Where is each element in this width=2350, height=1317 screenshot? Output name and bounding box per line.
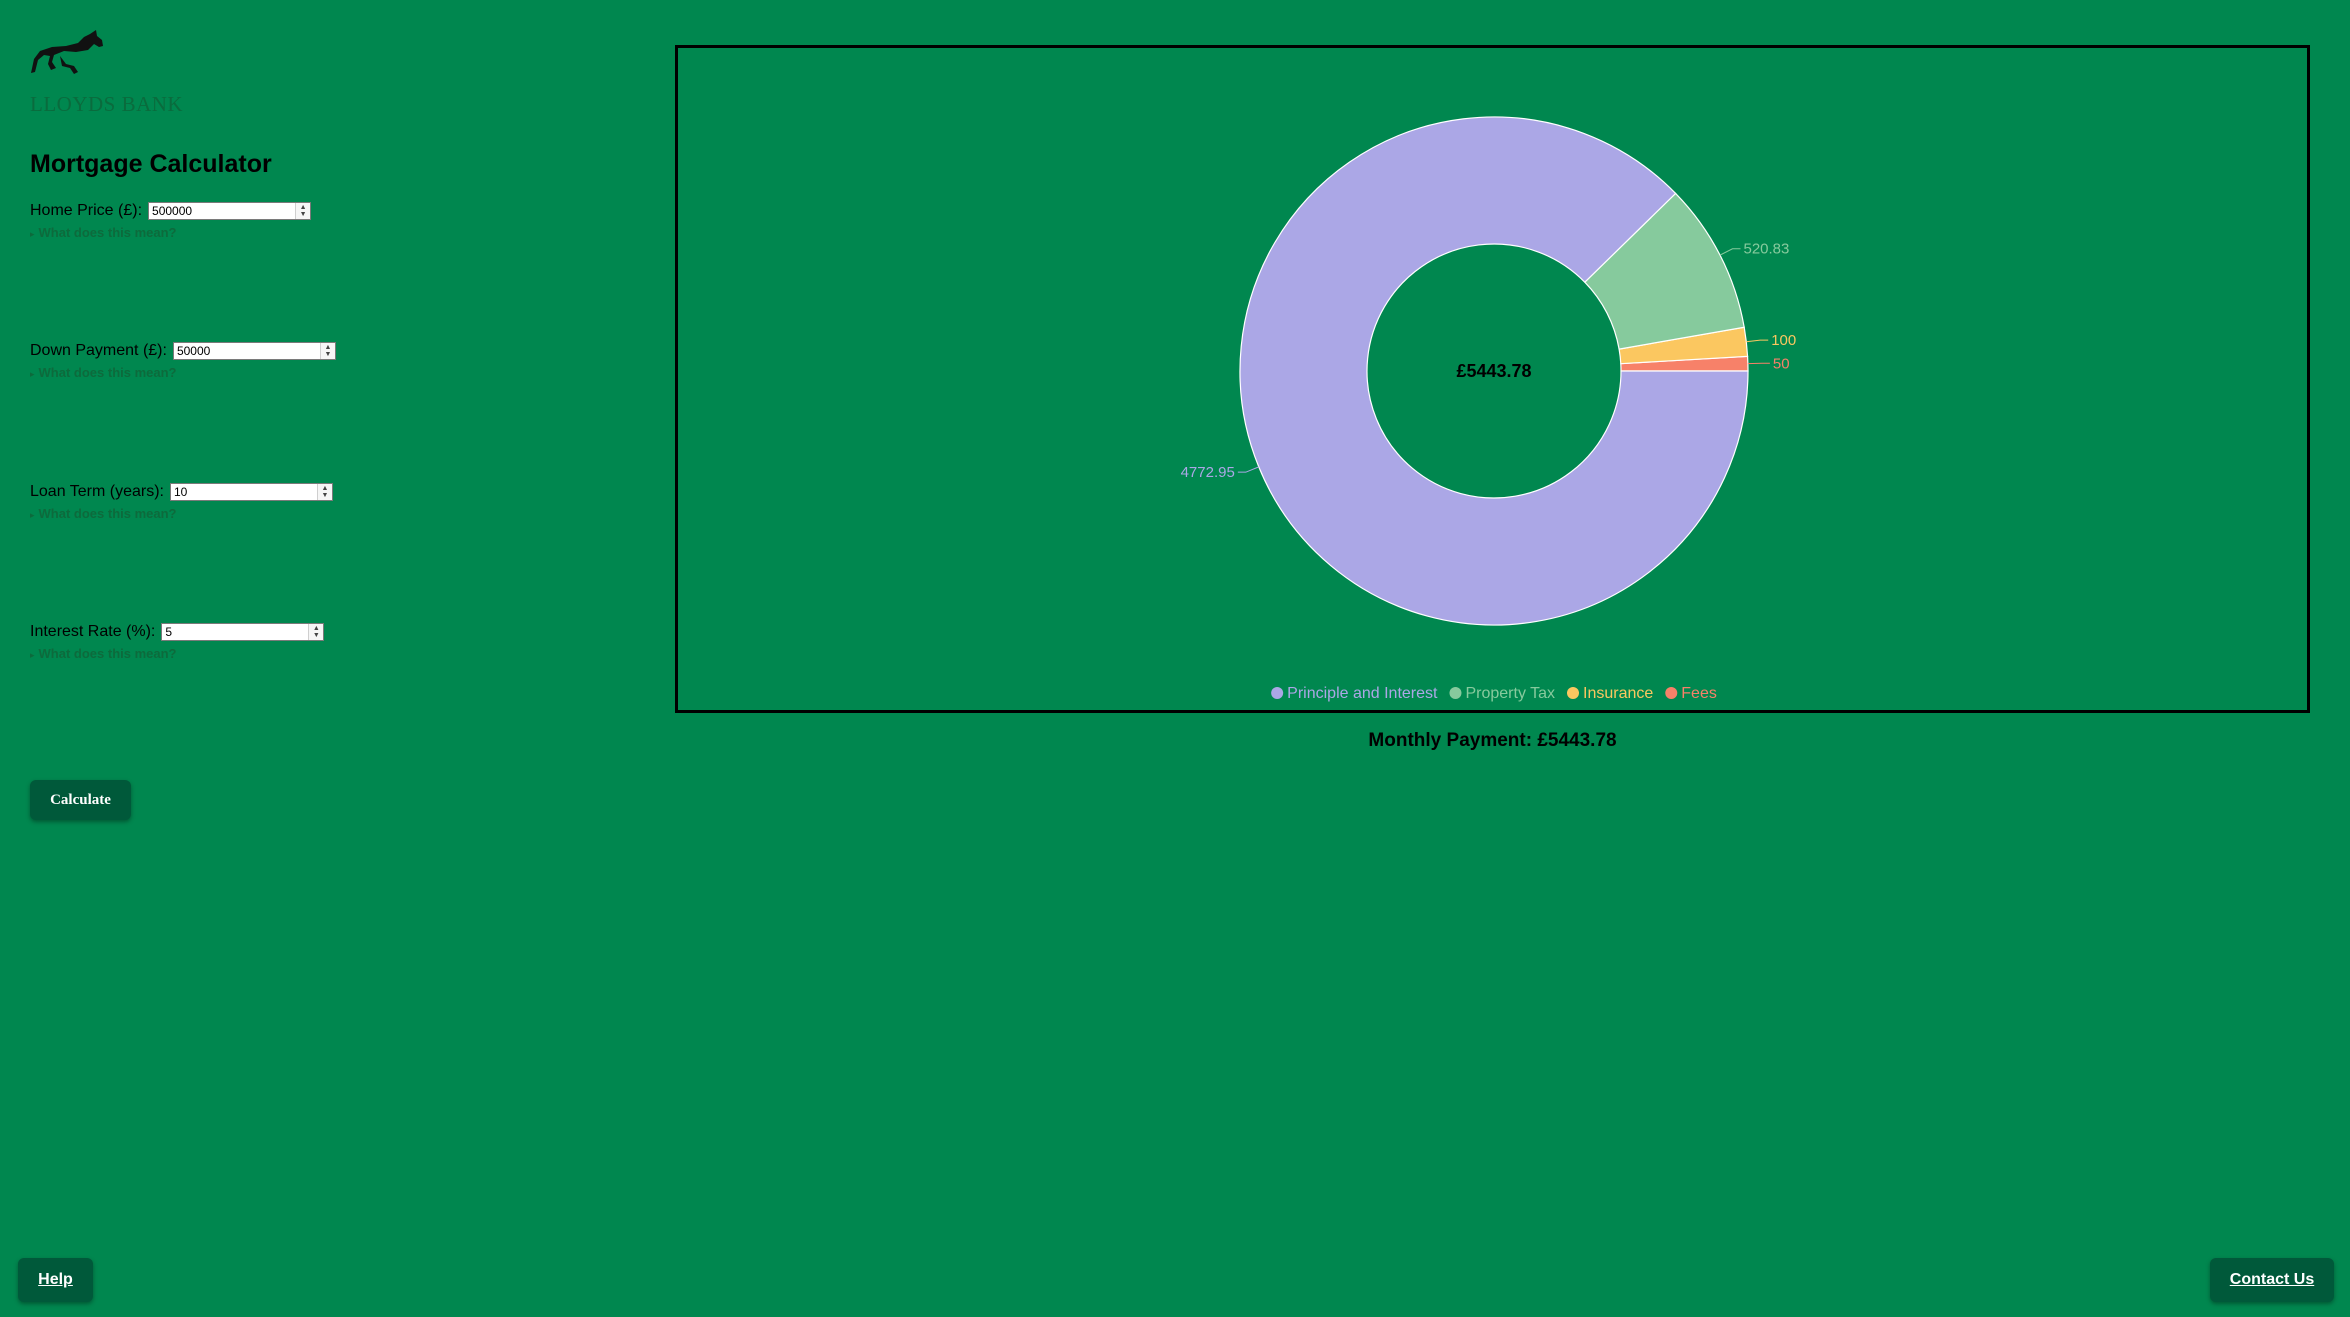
payment-chart: 50 100 520.83 4772.95 £5443.78 Principle and … [675,45,2310,713]
center-total-label: £5443.78 [1456,361,1531,381]
loan-term-input-box: ▲ ▼ [169,483,333,501]
value-label-principle-and-interest: 4772.95 [1181,464,1235,481]
help-button[interactable]: Help [18,1258,93,1302]
legend-label-insurance[interactable]: Insurance [1583,685,1653,702]
spinner-down-icon[interactable]: ▼ [313,632,320,639]
legend-marker-insurance[interactable] [1567,687,1579,699]
legend-marker-property-tax[interactable] [1449,687,1462,699]
spinner-up-icon[interactable]: ▲ [313,625,320,632]
legend-label-principle-and-interest[interactable]: Principle and Interest [1287,685,1438,702]
interest-rate-input-box: ▲ ▼ [161,623,325,641]
legend-marker-principle-and-interest[interactable] [1271,687,1284,699]
interest-rate-help-toggle[interactable]: ▸ What does this mean? [30,646,324,661]
donut-chart: 50 100 520.83 4772.95 £5443.78 Principle and … [1181,116,1796,702]
disclosure-triangle-icon: ▸ [30,369,35,379]
down-payment-spinner[interactable]: ▲ ▼ [319,343,335,359]
down-payment-input-box: ▲ ▼ [172,342,336,360]
value-label-insurance: 100 [1771,332,1796,349]
calculate-button[interactable]: Calculate [30,780,131,820]
spinner-up-icon[interactable]: ▲ [324,344,331,351]
chart-legend: Principle and Interest Property Tax Insura… [1271,685,1717,702]
brand-name: LLOYDS BANK [30,92,184,116]
down-payment-input[interactable] [173,343,320,359]
lloyds-bank-logo: LLOYDS BANK [30,28,184,116]
home-price-input-box: ▲ ▼ [148,202,312,220]
spinner-down-icon[interactable]: ▼ [300,211,307,218]
contact-us-button[interactable]: Contact Us [2210,1258,2334,1302]
spinner-up-icon[interactable]: ▲ [322,485,329,492]
interest-rate-field: Interest Rate (%): ▲ ▼ ▸What does this m… [30,620,325,661]
help-toggle-label: What does this mean? [38,365,177,380]
spinner-down-icon[interactable]: ▼ [324,351,331,358]
leader-line-property-tax [1719,248,1741,256]
black-horse-icon [31,30,103,74]
home-price-spinner[interactable]: ▲ ▼ [295,203,311,219]
loan-term-spinner[interactable]: ▲ ▼ [316,484,332,500]
interest-rate-label: Interest Rate (%): [30,623,156,640]
help-toggle-label: What does this mean? [38,506,177,521]
monthly-payment-text: Monthly Payment: £5443.78 [1368,730,1617,751]
down-payment-label: Down Payment (£): [30,342,167,359]
page-title: Mortgage Calculator [30,150,272,178]
spinner-up-icon[interactable]: ▲ [300,204,307,211]
loan-term-input[interactable] [170,484,317,500]
home-price-help-toggle[interactable]: ▸ What does this mean? [30,225,311,240]
value-label-fees: 50 [1773,355,1790,372]
interest-rate-spinner[interactable]: ▲ ▼ [308,624,324,640]
loan-term-field: Loan Term (years): ▲ ▼ ▸What does this m… [30,480,333,521]
down-payment-field: Down Payment (£): ▲ ▼ ▸What does this me… [30,339,336,380]
disclosure-triangle-icon: ▸ [30,229,35,239]
legend-label-fees[interactable]: Fees [1681,685,1717,702]
spinner-down-icon[interactable]: ▼ [322,492,329,499]
home-price-field: Home Price (£): ▲ ▼ ▸What does this mean… [30,199,312,240]
help-toggle-label: What does this mean? [38,225,177,240]
loan-term-label: Loan Term (years): [30,483,164,500]
legend-label-property-tax[interactable]: Property Tax [1465,685,1555,702]
disclosure-triangle-icon: ▸ [30,510,35,520]
down-payment-help-toggle[interactable]: ▸ What does this mean? [30,365,336,380]
help-toggle-label: What does this mean? [38,646,177,661]
value-label-property-tax: 520.83 [1743,241,1789,258]
leader-line-insurance [1746,339,1769,343]
legend-marker-fees[interactable] [1665,687,1678,699]
interest-rate-input[interactable] [162,624,309,640]
leader-line-principle-and-interest [1237,466,1259,473]
home-price-label: Home Price (£): [30,202,143,219]
home-price-input[interactable] [149,203,296,219]
disclosure-triangle-icon: ▸ [30,650,35,660]
loan-term-help-toggle[interactable]: ▸ What does this mean? [30,506,333,521]
